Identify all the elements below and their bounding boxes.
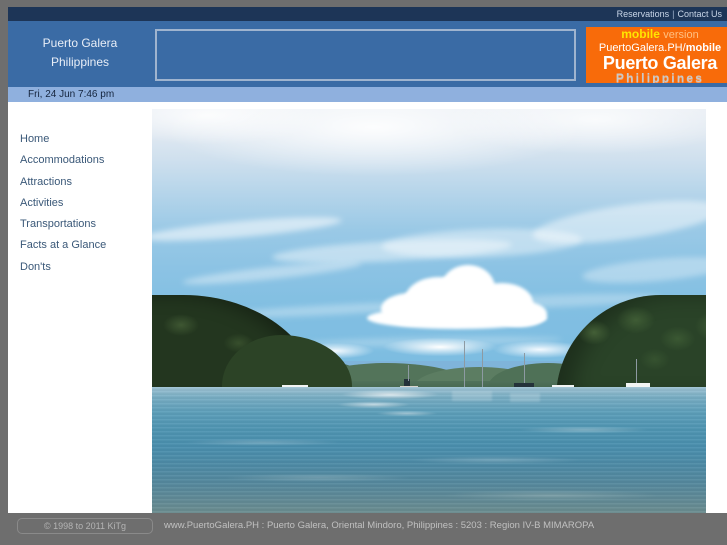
header-inner: Puerto Galera Philippines mobile version… bbox=[8, 24, 727, 84]
footer-address-text: www.PuertoGalera.PH : Puerto Galera, Ori… bbox=[164, 520, 595, 531]
site-footer: © 1998 to 2011 KiTg www.PuertoGalera.PH … bbox=[8, 513, 727, 545]
sidebar-nav: Home Accommodations Attractions Activiti… bbox=[8, 102, 152, 513]
water-ripples bbox=[152, 387, 706, 513]
sidebar-item-activities[interactable]: Activities bbox=[8, 197, 152, 210]
boat-mast bbox=[636, 359, 637, 383]
date-bar: Fri, 24 Jun 7:46 pm bbox=[8, 87, 727, 102]
site-title-line1: Puerto Galera bbox=[42, 36, 118, 50]
page-root: Reservations | Contact Us Puerto Galera Ph… bbox=[0, 0, 727, 545]
sidebar-item-donts[interactable]: Don'ts bbox=[8, 261, 152, 274]
top-utility-bar: Reservations | Contact Us bbox=[8, 7, 727, 21]
page-title: Puerto Galera Philippines bbox=[14, 34, 146, 72]
logo-version-text: version bbox=[663, 29, 699, 41]
main-content: Home Accommodations Attractions Activiti… bbox=[8, 102, 727, 513]
reservations-link[interactable]: Reservations bbox=[616, 9, 671, 19]
current-date-text: Fri, 24 Jun 7:46 pm bbox=[28, 89, 115, 100]
header-banner-box[interactable] bbox=[155, 29, 576, 81]
sidebar-item-accommodations[interactable]: Accommodations bbox=[8, 154, 152, 167]
boat-reflection bbox=[452, 391, 492, 401]
sidebar-item-home[interactable]: Home bbox=[8, 133, 152, 146]
sidebar-item-facts-at-a-glance[interactable]: Facts at a Glance bbox=[8, 239, 152, 252]
boat-mast bbox=[482, 349, 483, 387]
site-header: Puerto Galera Philippines mobile version… bbox=[8, 21, 727, 87]
mobile-version-logo[interactable]: mobile version PuertoGalera.PH/mobile Pu… bbox=[586, 27, 727, 83]
boat-hull-dark bbox=[404, 379, 410, 386]
copyright-badge: © 1998 to 2011 KiTg bbox=[17, 518, 153, 534]
logo-brand-text: Puerto Galera bbox=[602, 53, 718, 73]
boat-mast bbox=[524, 353, 525, 383]
logo-mobile-text: mobile bbox=[621, 27, 660, 41]
cumulus-cloud bbox=[367, 263, 547, 333]
sidebar-item-transportations[interactable]: Transportations bbox=[8, 218, 152, 231]
boat-mast bbox=[464, 341, 465, 387]
sidebar-item-attractions[interactable]: Attractions bbox=[8, 176, 152, 189]
logo-country-text: Philippines bbox=[615, 71, 705, 83]
logo-mobile-line: mobile version bbox=[586, 28, 727, 42]
contact-us-link[interactable]: Contact Us bbox=[676, 9, 723, 19]
boat-reflection bbox=[510, 393, 540, 402]
site-title-line2: Philippines bbox=[50, 55, 110, 69]
hero-photo-wrapper bbox=[152, 109, 714, 513]
hero-photo bbox=[152, 109, 706, 513]
boat-mast bbox=[408, 365, 409, 381]
